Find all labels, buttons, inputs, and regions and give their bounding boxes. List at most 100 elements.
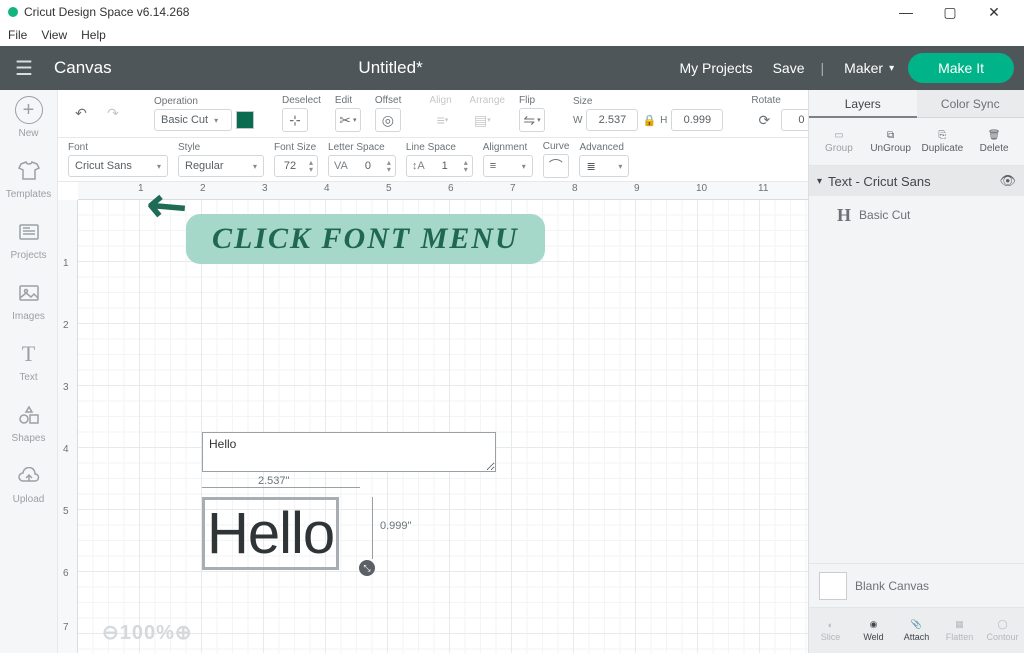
blank-canvas-row[interactable]: Blank Canvas xyxy=(809,563,1024,607)
make-it-button[interactable]: Make It xyxy=(908,53,1014,83)
flatten-icon: ▦ xyxy=(955,619,964,630)
advanced-dropdown[interactable]: ≣▾ xyxy=(579,155,629,177)
rail-projects-button[interactable]: Projects xyxy=(1,218,57,261)
linespace-input[interactable]: ↕A1▴▾ xyxy=(406,155,473,177)
tab-color-sync[interactable]: Color Sync xyxy=(917,90,1024,118)
hamburger-menu-button[interactable]: ☰ xyxy=(0,56,48,81)
offset-button[interactable]: ◎ xyxy=(375,108,401,132)
size-label: Size xyxy=(573,96,723,107)
align-left-icon: ≡ xyxy=(490,160,496,172)
slice-icon: ◐ xyxy=(828,620,833,630)
text-object-selection[interactable]: Hello xyxy=(202,497,339,570)
fontsize-value: 72 xyxy=(275,160,305,172)
flip-dropdown[interactable]: ⇋▾ xyxy=(519,108,545,132)
rail-upload-button[interactable]: Upload xyxy=(1,462,57,505)
canvas-area[interactable]: 1 2 3 4 5 6 7 8 9 10 11 1 2 3 4 5 6 7 2.… xyxy=(58,182,808,653)
offset-label: Offset xyxy=(375,95,402,106)
rail-new-label: New xyxy=(18,128,38,139)
trash-icon: 🗑 xyxy=(988,130,1001,141)
rail-shapes-button[interactable]: Shapes xyxy=(1,401,57,444)
width-dim-label: 2.537" xyxy=(258,475,289,487)
slice-button[interactable]: ◐ Slice xyxy=(809,608,852,653)
group-button[interactable]: ▭ Group xyxy=(813,130,865,154)
alignment-dropdown[interactable]: ≡▾ xyxy=(483,155,533,177)
height-dim-label: 0.999" xyxy=(380,520,411,532)
rotate-icon: ⟳ xyxy=(751,108,777,132)
deselect-button[interactable]: ⊹ xyxy=(282,108,308,132)
image-icon xyxy=(15,279,43,307)
align-dropdown[interactable]: ≡▾ xyxy=(429,108,455,132)
visibility-eye-icon[interactable]: 👁 xyxy=(999,173,1016,189)
rail-templates-button[interactable]: Templates xyxy=(1,157,57,200)
menu-view[interactable]: View xyxy=(41,28,67,42)
operation-toolbar: ↶ ↷ Operation Basic Cut▾ Deselect⊹ Edit✂… xyxy=(58,90,808,138)
save-link[interactable]: Save xyxy=(773,60,805,76)
canvas-mode-label: Canvas xyxy=(54,58,112,78)
design-mat[interactable]: 2.537" 0.999" Hello ⤡ ⊖100%⊕ xyxy=(78,200,808,653)
contour-button[interactable]: ◯Contour xyxy=(981,608,1024,653)
resize-handle[interactable]: ⤡ xyxy=(359,560,375,576)
duplicate-button[interactable]: ⎘Duplicate xyxy=(917,130,969,154)
window-close-button[interactable]: ✕ xyxy=(972,0,1016,24)
menu-help[interactable]: Help xyxy=(81,28,106,42)
flatten-button[interactable]: ▦Flatten xyxy=(938,608,981,653)
advanced-icon: ≣ xyxy=(586,160,595,173)
tshirt-icon xyxy=(15,157,43,185)
group-icon: ▭ xyxy=(834,130,843,141)
redo-button[interactable]: ↷ xyxy=(100,102,126,126)
slice-label: Slice xyxy=(821,632,841,642)
font-dropdown[interactable]: Cricut Sans▾ xyxy=(68,155,168,177)
fontsize-input[interactable]: 72▴▾ xyxy=(274,155,318,177)
group-label: Group xyxy=(825,143,853,154)
rail-images-label: Images xyxy=(12,311,45,322)
rail-projects-label: Projects xyxy=(10,250,46,261)
menu-file[interactable]: File xyxy=(8,28,27,42)
attach-button[interactable]: 📎Attach xyxy=(895,608,938,653)
undo-button[interactable]: ↶ xyxy=(68,102,94,126)
letterspace-input[interactable]: VA0▴▾ xyxy=(328,155,396,177)
lock-aspect-icon[interactable]: 🔒 xyxy=(642,114,656,127)
text-layer-glyph-icon: H xyxy=(837,205,851,226)
letterspace-icon: VA xyxy=(329,160,353,172)
operation-dropdown[interactable]: Basic Cut▾ xyxy=(154,109,232,131)
rail-new-button[interactable]: + New xyxy=(1,96,57,139)
tab-layers[interactable]: Layers xyxy=(809,90,917,118)
weld-icon: ◉ xyxy=(870,619,878,630)
vruler-tick: 5 xyxy=(63,506,69,517)
ungroup-button[interactable]: ⧉UnGroup xyxy=(865,130,917,154)
text-toolbar: Font Cricut Sans▾ Style Regular▾ Font Si… xyxy=(58,138,808,182)
width-input[interactable] xyxy=(586,109,638,131)
window-minimize-button[interactable]: — xyxy=(884,0,928,24)
letterspace-label: Letter Space xyxy=(328,142,396,153)
my-projects-link[interactable]: My Projects xyxy=(679,60,752,76)
weld-label: Weld xyxy=(863,632,883,642)
rail-images-button[interactable]: Images xyxy=(1,279,57,322)
rendered-text: Hello xyxy=(205,500,336,567)
window-maximize-button[interactable]: ▢ xyxy=(928,0,972,24)
rail-text-button[interactable]: T Text xyxy=(1,340,57,383)
curve-label: Curve xyxy=(543,141,570,152)
machine-selector[interactable]: Maker ▾ xyxy=(844,60,894,76)
edit-label: Edit xyxy=(335,95,361,106)
contour-icon: ◯ xyxy=(997,619,1007,630)
operation-label: Operation xyxy=(154,96,254,107)
style-dropdown[interactable]: Regular▾ xyxy=(178,155,264,177)
curve-button[interactable]: ⌒ xyxy=(543,154,569,178)
blank-canvas-swatch xyxy=(819,572,847,600)
layer-header[interactable]: ▾ Text - Cricut Sans 👁 xyxy=(809,166,1024,196)
hruler-tick: 10 xyxy=(696,183,707,194)
arrange-dropdown[interactable]: ▤▾ xyxy=(469,108,495,132)
shapes-icon xyxy=(15,401,43,429)
hruler-tick: 9 xyxy=(634,183,640,194)
layer-item[interactable]: H Basic Cut xyxy=(809,196,1024,234)
height-input[interactable] xyxy=(671,109,723,131)
edit-dropdown[interactable]: ✂▾ xyxy=(335,108,361,132)
delete-button[interactable]: 🗑Delete xyxy=(968,130,1020,154)
fontsize-label: Font Size xyxy=(274,142,318,153)
weld-button[interactable]: ◉ Weld xyxy=(852,608,895,653)
text-edit-box[interactable] xyxy=(202,432,496,472)
fill-color-swatch[interactable] xyxy=(236,111,254,129)
duplicate-icon: ⎘ xyxy=(938,130,946,141)
arrange-label: Arrange xyxy=(469,95,505,106)
zoom-indicator[interactable]: ⊖100%⊕ xyxy=(102,620,193,645)
